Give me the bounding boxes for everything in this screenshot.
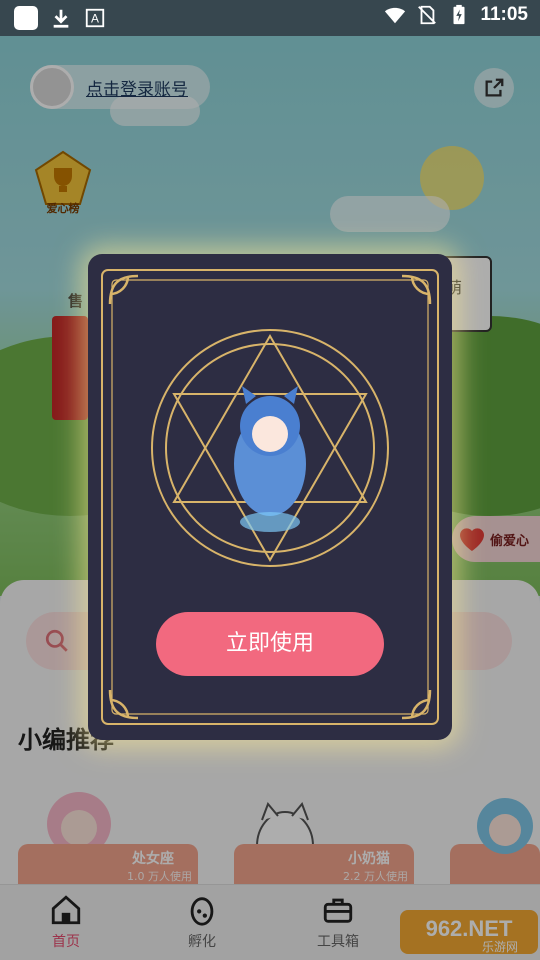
svg-text:A: A [91, 12, 99, 26]
wifi-icon [385, 7, 406, 24]
font-a-icon: A [85, 8, 105, 28]
no-sim-icon [418, 5, 437, 25]
download-icon [53, 9, 69, 28]
clock: 11:05 [480, 4, 528, 25]
blue-cat-character-art [234, 386, 306, 532]
pet-reward-card: 立即使用 [88, 254, 452, 740]
battery-charging-icon [453, 4, 465, 25]
status-bar: A 11:05 [0, 0, 540, 36]
use-now-button[interactable]: 立即使用 [156, 612, 384, 676]
app-square-icon [14, 6, 38, 30]
